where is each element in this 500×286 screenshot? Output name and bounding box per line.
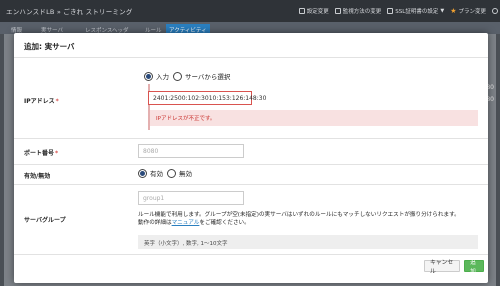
ssl-settings-button[interactable]: SSL証明書の設定 ▼ (387, 7, 444, 15)
star-icon: ★ (450, 7, 457, 15)
ip-select-server-option-label: サーバから選択 (185, 73, 231, 81)
ip-address-label-text: IPアドレス (24, 98, 55, 105)
required-mark: * (55, 150, 59, 157)
enabled-radio-group: 有効 無効 (138, 168, 192, 178)
enabled-option-label: 有効 (150, 170, 163, 178)
ip-input-radio[interactable] (144, 71, 153, 81)
server-group-label: サーバグループ (24, 215, 66, 224)
server-group-input[interactable]: group1 (138, 191, 244, 205)
header-actions: 設定変更 監視方法の変更 SSL証明書の設定 ▼ ★ プラン変更 (298, 0, 498, 22)
ip-source-radio-group: 入力 サーバから選択 (144, 71, 230, 81)
port-label: ポート番号* (24, 148, 58, 157)
monitor-change-label: 監視方法の変更 (342, 9, 382, 15)
add-real-server-dialog: 追加: 実サーバ 入力 サーバから選択 IPアドレス* 2401:2500:10… (14, 33, 488, 283)
disabled-option[interactable]: 無効 (167, 168, 192, 178)
server-group-hint: 英字（小文字）, 数字, 1～10文字 (138, 235, 478, 249)
enabled-radio[interactable] (138, 168, 147, 178)
app-title: エンハンスドLB » ごきれ ストリーミング (6, 8, 133, 16)
divider (14, 254, 488, 255)
divider (14, 138, 488, 139)
gear-icon (298, 8, 305, 14)
globe-icon (492, 8, 498, 14)
enabled-label: 有効/無効 (24, 171, 50, 180)
app-header: エンハンスドLB » ごきれ ストリーミング 設定変更 監視方法の変更 SSL証… (0, 0, 500, 22)
ip-address-input[interactable]: 2401:2500:102:3010:153:126:148:30 (148, 91, 266, 105)
enabled-option[interactable]: 有効 (138, 168, 163, 178)
server-group-label-text: サーバグループ (24, 217, 66, 224)
ip-select-server-radio[interactable] (173, 71, 182, 81)
help-suffix: をご確認ください。 (199, 220, 250, 226)
help-prefix: 動作の詳細は (138, 220, 172, 226)
ip-address-label: IPアドレス* (24, 96, 59, 105)
plan-change-label: プラン変更 (458, 9, 486, 15)
chevron-down-icon: ▼ (440, 8, 445, 14)
divider (14, 164, 488, 165)
ip-input-option[interactable]: 入力 (144, 71, 169, 81)
port-input[interactable]: 8080 (138, 144, 244, 158)
divider (14, 184, 488, 185)
add-button[interactable]: 追加 (464, 260, 484, 275)
ssl-settings-label: SSL証明書の設定 (395, 9, 439, 15)
ip-input-option-label: 入力 (156, 73, 169, 81)
ip-select-server-option[interactable]: サーバから選択 (173, 71, 230, 81)
cancel-button[interactable]: キャンセル (424, 260, 460, 275)
radio-selected-dot (146, 73, 151, 79)
server-group-help-line2: 動作の詳細はマニュアルをご確認ください。 (138, 219, 250, 228)
disabled-option-label: 無効 (179, 170, 192, 178)
monitor-change-button[interactable]: 監視方法の変更 (334, 7, 382, 15)
divider (14, 57, 488, 58)
ip-error-message: IPアドレスが不正です。 (150, 110, 478, 126)
port-label-text: ポート番号 (24, 150, 55, 157)
manual-link[interactable]: マニュアル (172, 220, 200, 226)
monitor-icon (334, 8, 341, 14)
lock-icon (387, 8, 394, 14)
enabled-label-text: 有効/無効 (24, 173, 51, 180)
required-mark: * (55, 98, 59, 105)
dialog-title: 追加: 実サーバ (24, 42, 75, 51)
globe-button[interactable] (492, 8, 498, 14)
settings-change-label: 設定変更 (306, 9, 329, 15)
settings-change-button[interactable]: 設定変更 (298, 7, 329, 15)
disabled-radio[interactable] (167, 168, 176, 178)
plan-change-button[interactable]: ★ プラン変更 (450, 7, 486, 16)
radio-selected-dot (140, 170, 145, 176)
